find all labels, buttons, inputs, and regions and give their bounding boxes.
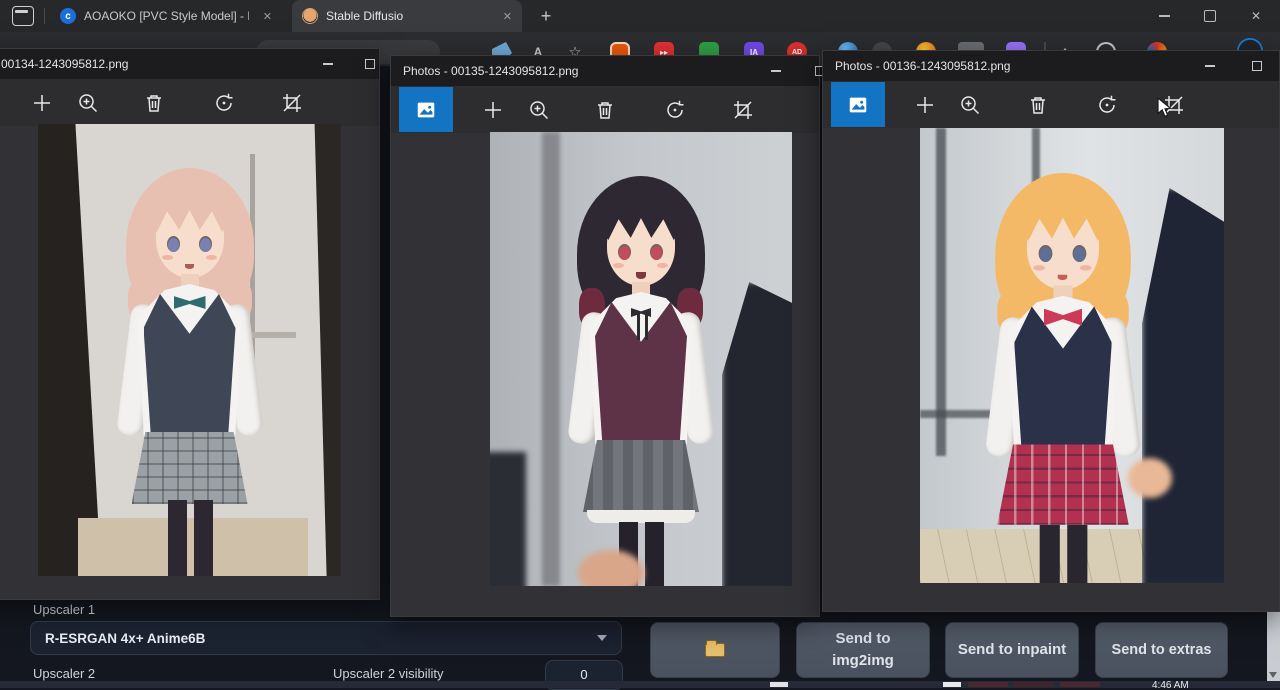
underskirt-frill — [587, 510, 695, 523]
taskbar-clock: 4:46 AM — [1152, 681, 1189, 688]
civitai-icon: c — [60, 8, 76, 24]
blurred-figure-right — [1142, 188, 1224, 583]
window-maximize-button[interactable] — [353, 49, 387, 79]
photos-window-00136[interactable]: Photos - 00136-1243095812.png — [822, 50, 1280, 612]
browser-minimize-button[interactable] — [1141, 0, 1187, 32]
upscaler1-label: Upscaler 1 — [33, 602, 95, 617]
add-icon[interactable] — [913, 93, 937, 117]
window-titlebar[interactable]: 00134-1243095812.png — [0, 49, 379, 79]
anime-girl-figure — [978, 156, 1148, 583]
taskbar-item[interactable] — [1060, 682, 1100, 687]
mirror-frame-right — [293, 124, 341, 576]
zoom-in-icon[interactable] — [527, 98, 551, 122]
rotate-icon[interactable] — [1095, 93, 1119, 117]
photo-00134[interactable] — [38, 124, 341, 576]
window-title: 00134-1243095812.png — [1, 57, 128, 71]
open-folder-button[interactable] — [650, 622, 780, 678]
upscaler2-visibility-label: Upscaler 2 visibility — [333, 666, 444, 681]
browser-tab-bar: c AOAOKO [PVC Style Model] - PV ✕ Stable… — [0, 0, 1280, 32]
tab-label: AOAOKO [PVC Style Model] - PV — [84, 9, 249, 23]
window-minimize-button[interactable] — [759, 56, 793, 86]
photos-window-00134[interactable]: 00134-1243095812.png — [0, 48, 380, 600]
photos-window-00135[interactable]: Photos - 00135-1243095812.png — [390, 55, 820, 617]
taskbar-item[interactable] — [968, 682, 1008, 687]
page-scrollbar[interactable] — [1267, 612, 1280, 681]
zoom-in-icon[interactable] — [76, 91, 100, 115]
photo-00136[interactable] — [920, 128, 1224, 583]
photos-toolbar — [0, 79, 379, 126]
upscaler1-dropdown[interactable]: R-ESRGAN 4x+ Anime6B — [30, 621, 622, 655]
send-to-inpaint-button[interactable]: Send to inpaint — [945, 622, 1079, 678]
window-titlebar[interactable]: Photos - 00135-1243095812.png — [391, 56, 819, 86]
delete-icon[interactable] — [593, 98, 617, 122]
scroll-down-icon[interactable] — [1269, 672, 1277, 678]
crop-icon[interactable] — [731, 98, 755, 122]
taskbar[interactable]: 4:46 AM — [0, 681, 1280, 688]
send-to-extras-button[interactable]: Send to extras — [1095, 622, 1228, 678]
window-frame-bar — [936, 128, 946, 456]
blurred-hand — [1128, 458, 1172, 498]
window-title: Photos - 00136-1243095812.png — [835, 59, 1010, 73]
delete-icon[interactable] — [1026, 93, 1050, 117]
wall-shadow — [542, 132, 560, 586]
tab-stable-diffusion[interactable]: Stable Diffusion ✕ — [292, 0, 522, 32]
window-minimize-button[interactable] — [311, 49, 345, 79]
window-title: Photos - 00135-1243095812.png — [403, 64, 578, 78]
taskbar-item[interactable] — [1014, 682, 1054, 687]
browser-restore-button[interactable] — [1187, 0, 1233, 32]
photos-toolbar — [391, 86, 819, 133]
anime-girl-figure — [561, 160, 721, 586]
send-to-img2img-button[interactable]: Send to img2img — [796, 622, 930, 678]
photos-toolbar — [823, 81, 1279, 128]
crop-icon[interactable] — [280, 91, 304, 115]
tab-label: Stable Diffusion — [326, 9, 403, 23]
vertical-tabs-icon[interactable] — [12, 6, 34, 26]
delete-icon[interactable] — [142, 91, 166, 115]
see-all-photos-button[interactable] — [831, 82, 885, 127]
browser-close-button[interactable]: ✕ — [1233, 0, 1279, 32]
add-icon[interactable] — [30, 91, 54, 115]
window-titlebar[interactable]: Photos - 00136-1243095812.png — [823, 51, 1279, 81]
tab-civitai[interactable]: c AOAOKO [PVC Style Model] - PV ✕ — [50, 0, 282, 32]
folder-icon — [705, 643, 725, 657]
stable-diffusion-icon — [302, 8, 318, 24]
window-minimize-button[interactable] — [1193, 51, 1227, 81]
add-icon[interactable] — [481, 98, 505, 122]
rotate-icon[interactable] — [663, 98, 687, 122]
window-maximize-button[interactable] — [1240, 51, 1274, 81]
taskbar-item[interactable] — [770, 682, 788, 687]
upscaler1-value: R-ESRGAN 4x+ Anime6B — [45, 631, 205, 646]
photo-00135[interactable] — [490, 132, 792, 586]
tab-close-icon[interactable]: ✕ — [503, 10, 512, 23]
zoom-in-icon[interactable] — [958, 93, 982, 117]
blurred-figure-right — [722, 282, 792, 586]
see-all-photos-button[interactable] — [399, 87, 453, 132]
rotate-icon[interactable] — [212, 91, 236, 115]
blurred-figure-left — [490, 452, 526, 586]
tab-close-icon[interactable]: ✕ — [263, 10, 272, 23]
dropdown-caret-icon — [597, 635, 607, 641]
tab-separator — [44, 8, 45, 24]
new-tab-button[interactable]: + — [534, 4, 558, 28]
upscaler2-label: Upscaler 2 — [33, 666, 95, 681]
taskbar-item[interactable] — [943, 682, 961, 687]
mouse-cursor — [1157, 97, 1173, 124]
mirror-frame-left — [38, 124, 110, 576]
anime-girl-figure — [110, 152, 270, 576]
